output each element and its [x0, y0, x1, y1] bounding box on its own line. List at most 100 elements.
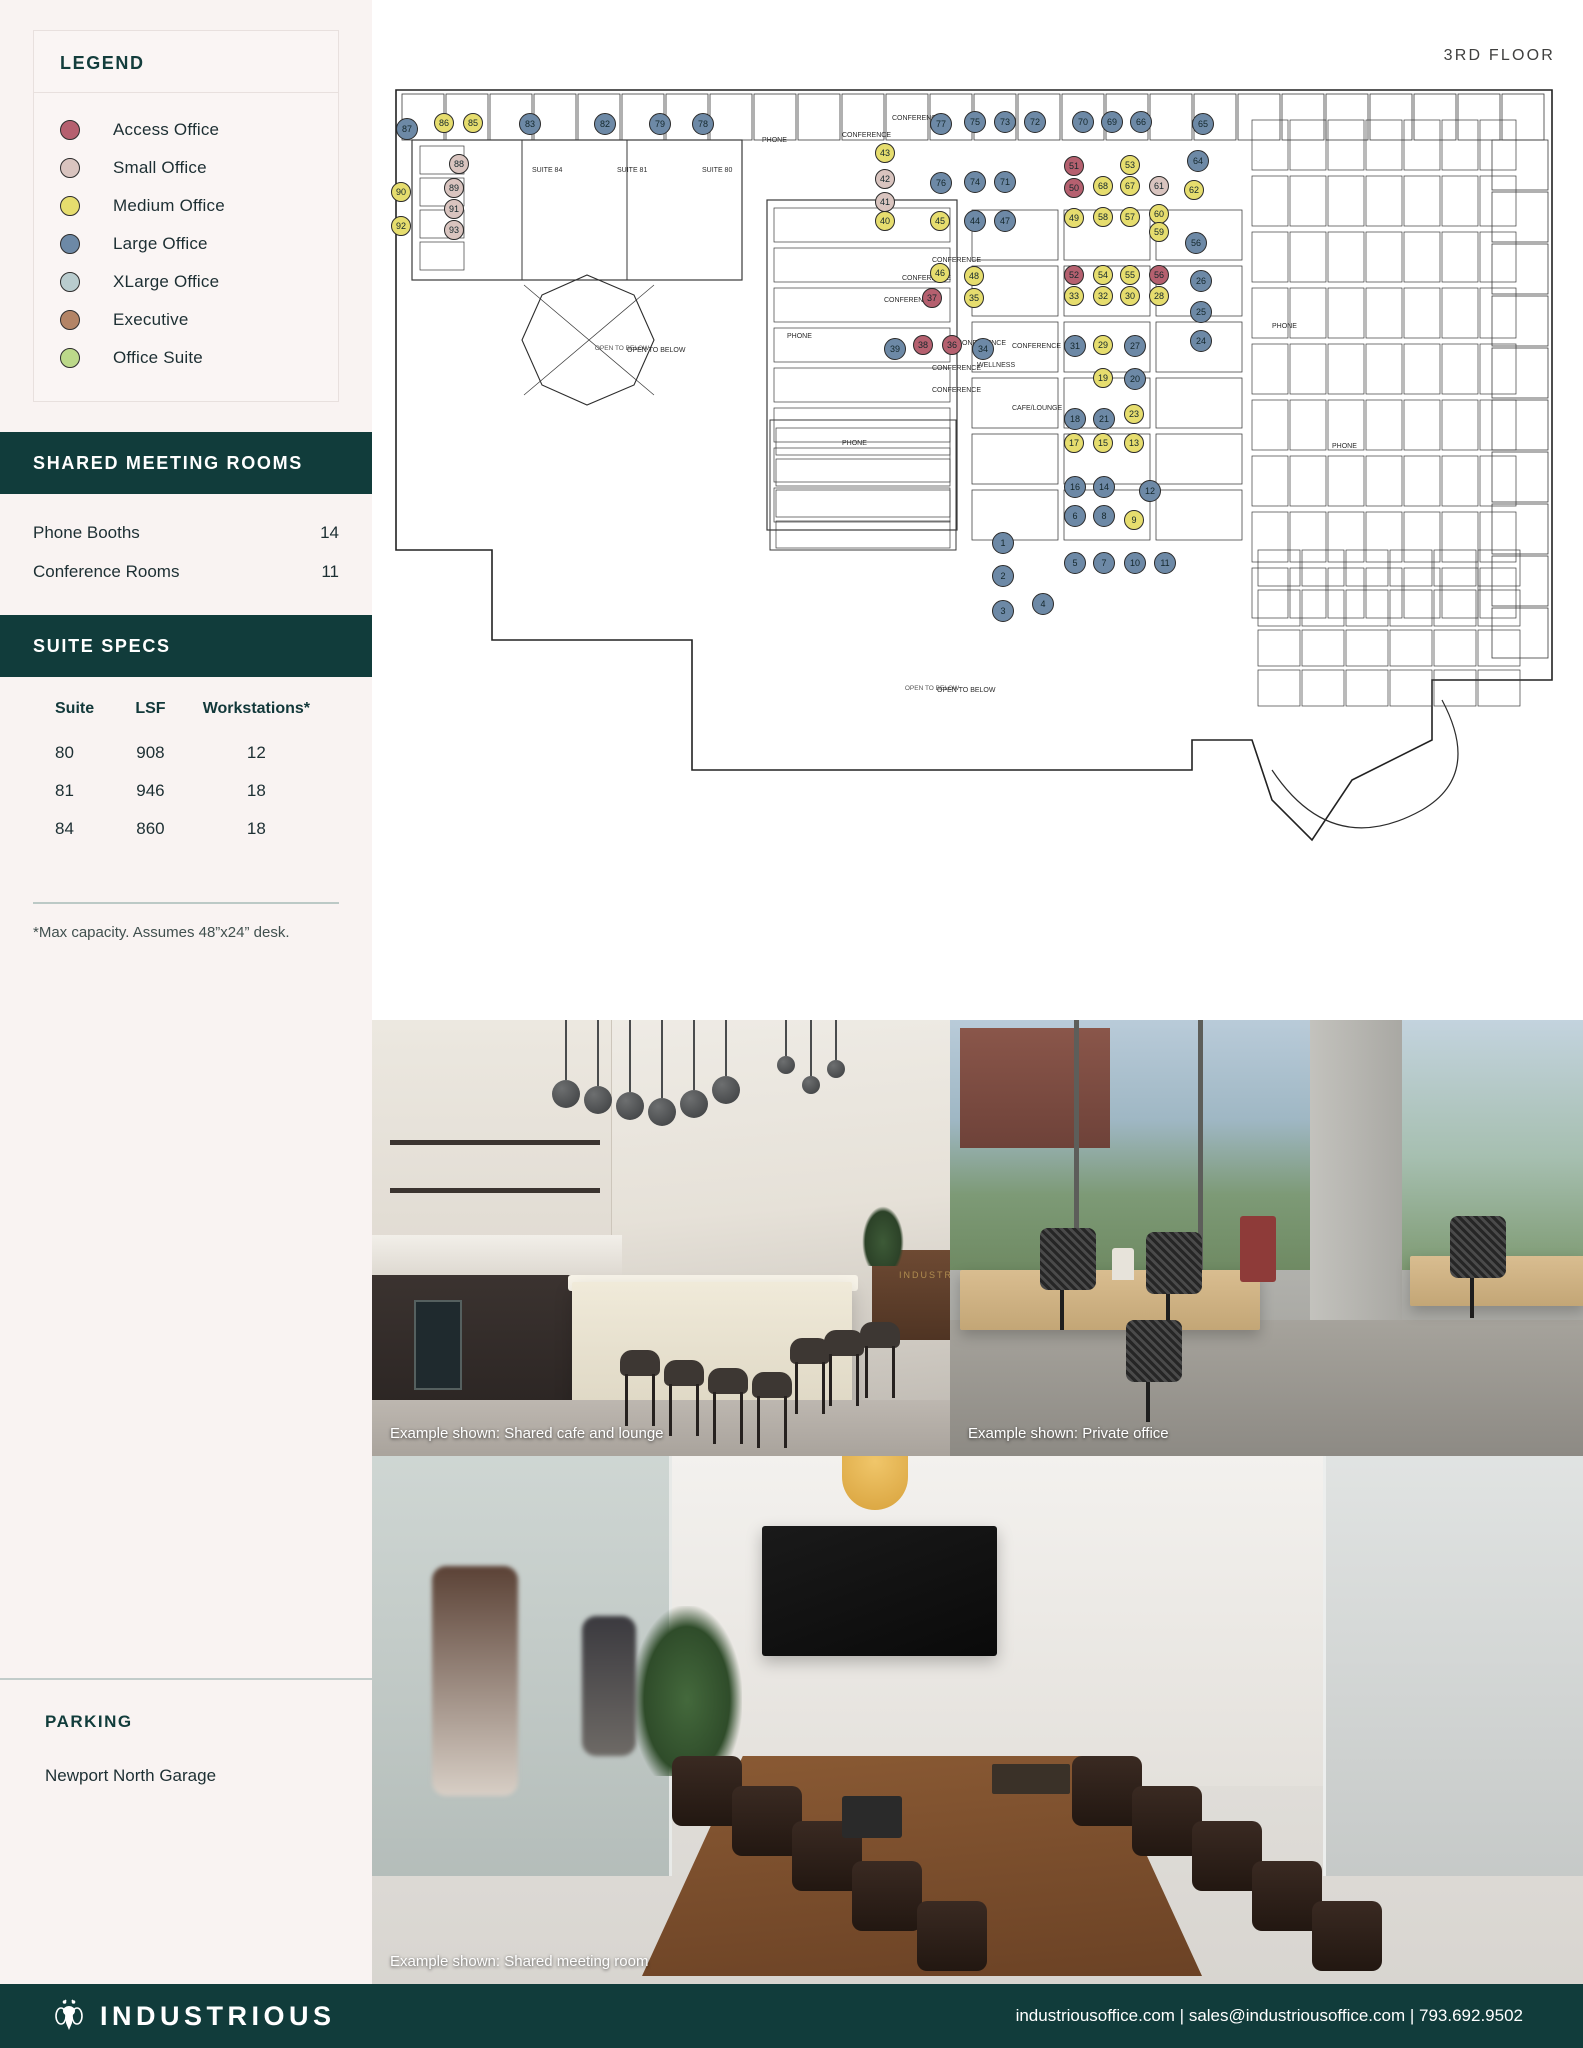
office-marker[interactable]: 20 [1124, 368, 1146, 390]
office-marker[interactable]: 53 [1120, 155, 1140, 175]
bar-stool [664, 1360, 704, 1436]
office-marker[interactable]: 59 [1149, 222, 1169, 242]
office-marker[interactable]: 26 [1190, 270, 1212, 292]
office-marker[interactable]: 54 [1093, 265, 1113, 285]
office-marker[interactable]: 66 [1130, 111, 1152, 133]
photo-caption-cafe: Example shown: Shared cafe and lounge [390, 1425, 664, 1442]
office-marker[interactable]: 44 [964, 210, 986, 232]
office-marker[interactable]: 88 [449, 154, 469, 174]
office-marker[interactable]: 21 [1093, 408, 1115, 430]
office-marker[interactable]: 87 [396, 118, 418, 140]
office-marker[interactable]: 5 [1064, 552, 1086, 574]
office-marker[interactable]: 72 [1024, 111, 1046, 133]
office-marker[interactable]: 12 [1139, 480, 1161, 502]
office-marker[interactable]: 77 [930, 113, 952, 135]
office-marker[interactable]: 4 [1032, 593, 1054, 615]
office-marker[interactable]: 58 [1093, 207, 1113, 227]
legend-item: Access Office [60, 111, 312, 149]
office-marker[interactable]: 37 [922, 288, 942, 308]
office-marker[interactable]: 9 [1124, 510, 1144, 530]
office-marker[interactable]: 91 [444, 199, 464, 219]
office-marker[interactable]: 75 [964, 111, 986, 133]
office-marker[interactable]: 39 [884, 338, 906, 360]
floorplan-canvas[interactable]: OPEN TO BELOW OPEN TO BELOW PHONE CONFERENC… [372, 80, 1583, 950]
office-marker[interactable]: 52 [1064, 265, 1084, 285]
office-marker[interactable]: 27 [1124, 335, 1146, 357]
office-marker[interactable]: 3 [992, 600, 1014, 622]
office-marker[interactable]: 43 [875, 143, 895, 163]
floorplan-room-label: OPEN TO BELOW [937, 687, 996, 694]
office-marker[interactable]: 34 [972, 338, 994, 360]
office-marker[interactable]: 49 [1064, 208, 1084, 228]
office-marker[interactable]: 56 [1185, 232, 1207, 254]
office-marker[interactable]: 62 [1184, 180, 1204, 200]
office-marker[interactable]: 28 [1149, 286, 1169, 306]
office-marker[interactable]: 41 [875, 192, 895, 212]
office-marker[interactable]: 65 [1192, 113, 1214, 135]
office-marker[interactable]: 61 [1149, 176, 1169, 196]
office-marker[interactable]: 85 [463, 113, 483, 133]
office-marker[interactable]: 86 [434, 113, 454, 133]
office-marker[interactable]: 82 [594, 113, 616, 135]
office-marker[interactable]: 18 [1064, 408, 1086, 430]
office-marker[interactable]: 90 [391, 182, 411, 202]
office-marker[interactable]: 74 [964, 171, 986, 193]
office-marker[interactable]: 83 [519, 113, 541, 135]
office-marker[interactable]: 48 [964, 266, 984, 286]
office-marker[interactable]: 17 [1064, 433, 1084, 453]
office-accent-chair [1240, 1216, 1276, 1282]
office-marker[interactable]: 30 [1120, 286, 1140, 306]
office-marker[interactable]: 46 [930, 263, 950, 283]
office-marker[interactable]: 33 [1064, 286, 1084, 306]
office-marker[interactable]: 1 [992, 532, 1014, 554]
office-marker[interactable]: 50 [1064, 178, 1084, 198]
office-marker[interactable]: 60 [1149, 204, 1169, 224]
office-marker[interactable]: 16 [1064, 476, 1086, 498]
legend-item: Executive [60, 301, 312, 339]
office-marker[interactable]: 70 [1072, 111, 1094, 133]
office-marker[interactable]: 35 [964, 288, 984, 308]
office-marker[interactable]: 11 [1154, 552, 1176, 574]
office-marker[interactable]: 79 [649, 113, 671, 135]
office-marker[interactable]: 7 [1093, 552, 1115, 574]
meeting-room-label: Conference Rooms [33, 561, 180, 581]
legend-item-label: Executive [113, 310, 189, 329]
office-marker[interactable]: 55 [1120, 265, 1140, 285]
office-marker[interactable]: 68 [1093, 176, 1113, 196]
office-marker[interactable]: 71 [994, 171, 1016, 193]
office-marker[interactable]: 67 [1120, 176, 1140, 196]
office-marker[interactable]: 31 [1064, 335, 1086, 357]
office-marker[interactable]: 40 [875, 211, 895, 231]
office-marker[interactable]: 6 [1064, 505, 1086, 527]
office-marker[interactable]: 69 [1101, 111, 1123, 133]
office-marker[interactable]: 19 [1093, 368, 1113, 388]
office-marker[interactable]: 14 [1093, 476, 1115, 498]
office-marker[interactable]: 78 [692, 113, 714, 135]
office-marker[interactable]: 24 [1190, 330, 1212, 352]
office-marker[interactable]: 25 [1190, 301, 1212, 323]
office-marker[interactable]: 76 [930, 172, 952, 194]
office-marker[interactable]: 15 [1093, 433, 1113, 453]
office-marker[interactable]: 36 [942, 335, 962, 355]
office-marker[interactable]: 51 [1064, 156, 1084, 176]
office-marker[interactable]: 93 [444, 220, 464, 240]
office-marker[interactable]: 89 [444, 178, 464, 198]
office-marker[interactable]: 8 [1093, 505, 1115, 527]
office-marker[interactable]: 29 [1093, 335, 1113, 355]
office-marker[interactable]: 23 [1124, 404, 1144, 424]
office-marker[interactable]: 47 [994, 210, 1016, 232]
office-marker[interactable]: 57 [1120, 207, 1140, 227]
office-marker[interactable]: 64 [1187, 150, 1209, 172]
office-marker[interactable]: 32 [1093, 286, 1113, 306]
office-marker[interactable]: 73 [994, 111, 1016, 133]
office-marker[interactable]: 13 [1124, 433, 1144, 453]
office-marker[interactable]: 42 [875, 169, 895, 189]
office-marker[interactable]: 10 [1124, 552, 1146, 574]
office-marker[interactable]: 2 [992, 565, 1014, 587]
office-marker[interactable]: 38 [913, 335, 933, 355]
office-marker[interactable]: 56 [1149, 265, 1169, 285]
legend-item-label: Large Office [113, 234, 208, 253]
office-marker[interactable]: 92 [391, 216, 411, 236]
office-desk [960, 1270, 1260, 1330]
office-marker[interactable]: 45 [930, 211, 950, 231]
